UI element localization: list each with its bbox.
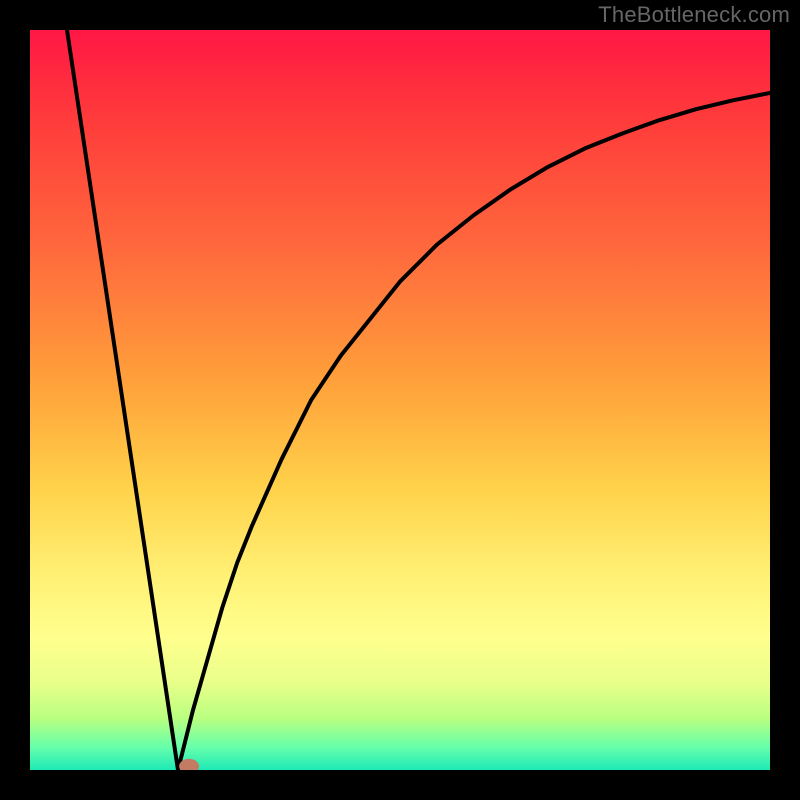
plot-area [30,30,770,770]
curve-group [67,30,770,770]
curve-right-branch [178,93,770,770]
curve-svg [30,30,770,770]
chart-container: TheBottleneck.com [0,0,800,800]
watermark-text: TheBottleneck.com [598,2,790,28]
curve-left-branch [67,30,178,770]
